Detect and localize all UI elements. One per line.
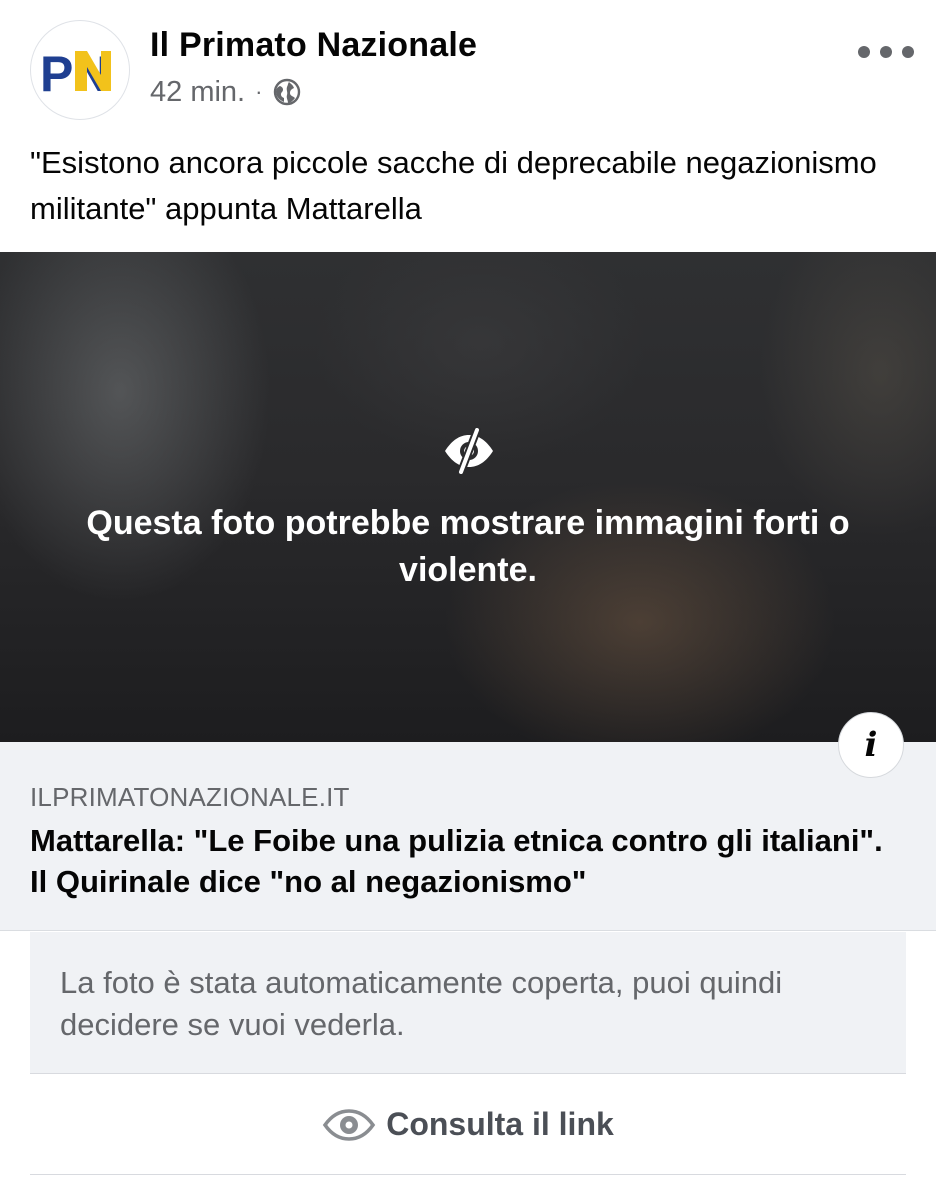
sensitive-content-warning: Questa foto potrebbe mostrare immagini f… bbox=[86, 504, 850, 589]
link-domain: ILPRIMATONAZIONALE.IT bbox=[30, 782, 350, 812]
post-header: PN Il Primato Nazionale 42 min. · bbox=[0, 0, 936, 130]
info-icon: i bbox=[864, 725, 878, 765]
notice-text: La foto è stata automaticamente coperta,… bbox=[60, 965, 783, 1042]
sensitive-media[interactable] bbox=[0, 252, 936, 742]
link-preview[interactable]: ILPRIMATONAZIONALE.IT Mattarella: "Le Fo… bbox=[0, 742, 936, 931]
consult-link-button[interactable]: Consulta il link bbox=[30, 1075, 906, 1175]
page-avatar[interactable]: PN bbox=[30, 20, 130, 120]
post-timestamp[interactable]: 42 min. bbox=[150, 76, 245, 109]
post-meta: 42 min. · bbox=[150, 74, 302, 110]
meta-separator: · bbox=[255, 79, 263, 104]
info-button[interactable]: i bbox=[838, 712, 904, 778]
more-dot-icon bbox=[902, 46, 914, 58]
post-text: "Esistono ancora piccole sacche di depre… bbox=[30, 145, 877, 226]
page-name[interactable]: Il Primato Nazionale bbox=[150, 26, 477, 65]
auto-cover-notice: La foto è stata automaticamente coperta,… bbox=[30, 932, 906, 1074]
eye-icon bbox=[322, 1108, 376, 1142]
consult-link-label: Consulta il link bbox=[386, 1106, 614, 1142]
eye-slash-icon bbox=[443, 426, 495, 476]
more-dot-icon bbox=[858, 46, 870, 58]
pn-logo-icon: PN bbox=[40, 46, 111, 102]
more-dot-icon bbox=[880, 46, 892, 58]
more-options-button[interactable] bbox=[858, 32, 914, 72]
link-title[interactable]: Mattarella: "Le Foibe una pulizia etnica… bbox=[30, 820, 900, 902]
globe-icon bbox=[272, 77, 302, 107]
